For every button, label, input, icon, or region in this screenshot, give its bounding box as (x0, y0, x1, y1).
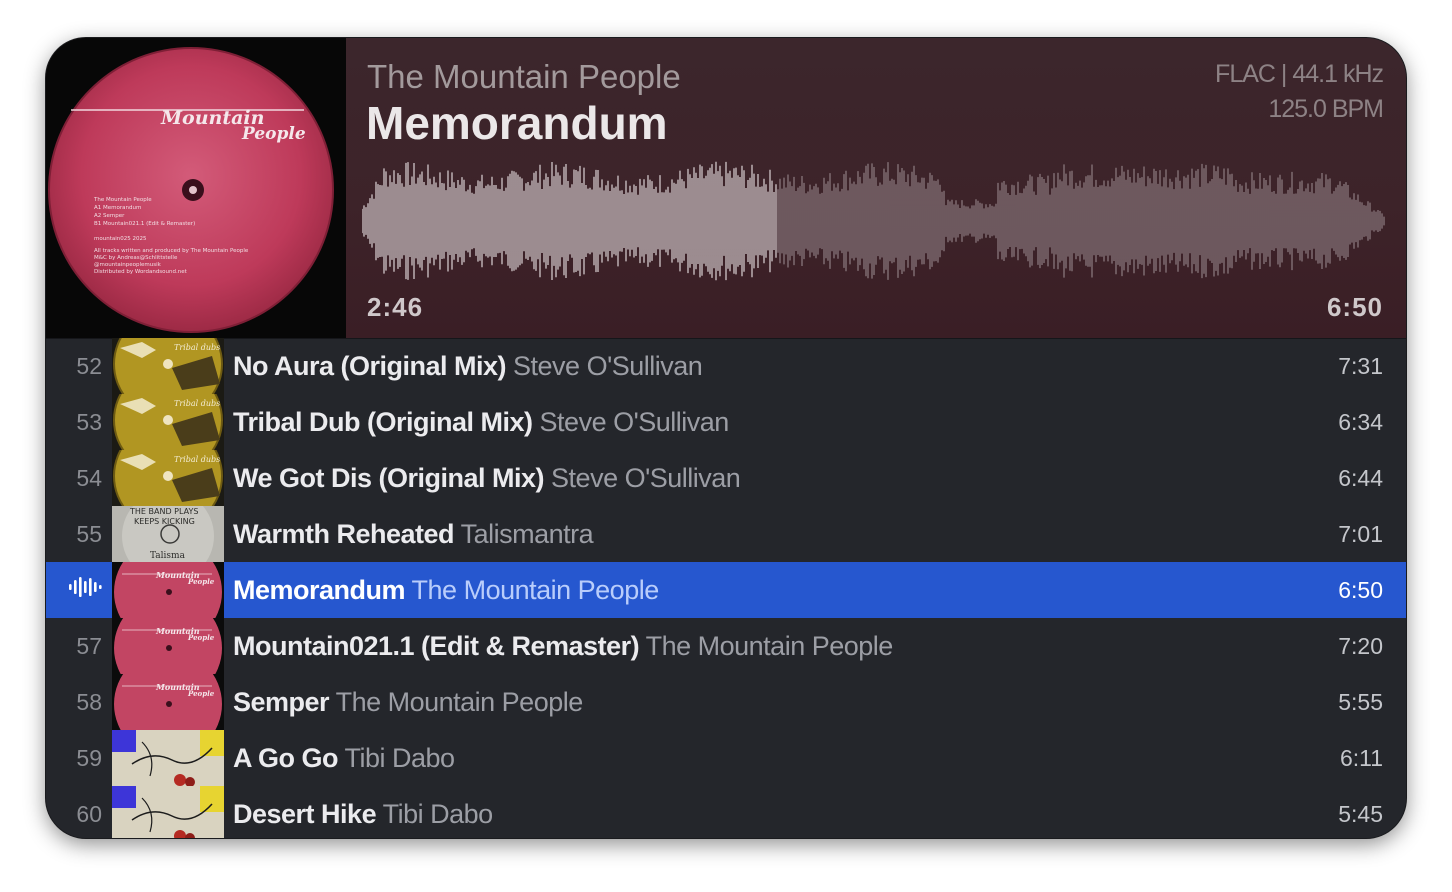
track-artist: Talismantra (460, 518, 594, 549)
track-info: Desert Hike Tibi Dabo (224, 799, 1338, 830)
svg-text:All tracks written and produce: All tracks written and produced by The M… (94, 248, 249, 254)
svg-text:mountain025 2025: mountain025 2025 (94, 236, 147, 242)
playlist-row[interactable]: 57 Mountain People Mountain021.1 (Edit & Re… (46, 618, 1406, 674)
svg-text:Distributed by Wordandsound.ne: Distributed by Wordandsound.net (94, 269, 188, 275)
track-artist: The Mountain People (335, 686, 584, 717)
track-duration: 7:01 (1338, 520, 1383, 547)
playlist-row[interactable]: 52 Tribal dubs No Aura (Original Mix) Stev… (46, 338, 1406, 394)
track-duration: 6:44 (1338, 464, 1383, 491)
track-number: 57 (76, 632, 102, 659)
waveform-played (362, 161, 777, 281)
track-info: Tribal Dub (Original Mix) Steve O'Sulliv… (224, 407, 1338, 438)
playlist-row[interactable]: 59 A Go Go Tibi Dabo 6:11 (46, 730, 1406, 786)
track-info: No Aura (Original Mix) Steve O'Sullivan (224, 351, 1338, 382)
now-playing-bars-icon (46, 576, 112, 604)
track-title: Desert Hike (233, 798, 377, 829)
playlist-row[interactable]: 58 Mountain People Semper The Mountain Peop… (46, 674, 1406, 730)
track-title: Tribal Dub (Original Mix) (233, 406, 533, 437)
track-info: Warmth Reheated Talismantra (224, 519, 1338, 550)
track-title: Semper (233, 686, 330, 717)
svg-text:Tribal dubs: Tribal dubs (174, 343, 220, 352)
waveform-unplayed (777, 162, 1385, 280)
playlist: 52 Tribal dubs No Aura (Original Mix) Stev… (46, 338, 1406, 838)
track-duration: 7:20 (1338, 632, 1383, 659)
track-number: 54 (76, 464, 102, 491)
elapsed-time: 2:46 (367, 292, 424, 322)
now-playing-artist: The Mountain People (367, 58, 681, 95)
waveform-seek-bar[interactable] (362, 156, 1386, 286)
now-playing-panel: Mountain People The Mountain People A1 M… (46, 38, 1406, 339)
track-cover-thumbnail: Mountain People (112, 562, 224, 618)
track-title: A Go Go (233, 742, 339, 773)
svg-text:THE BAND PLAYS: THE BAND PLAYS (129, 507, 198, 516)
track-info: Semper The Mountain People (224, 687, 1338, 718)
svg-text:Tribal dubs: Tribal dubs (174, 455, 220, 464)
track-duration: 6:34 (1338, 408, 1383, 435)
svg-text:KEEPS KICKING: KEEPS KICKING (134, 517, 195, 526)
bpm-readout: 125.0 BPM (1268, 95, 1384, 123)
playlist-row[interactable]: 54 Tribal dubs We Got Dis (Original Mix) S… (46, 450, 1406, 506)
track-number: 55 (76, 520, 102, 547)
track-artist: The Mountain People (645, 630, 894, 661)
svg-text:People: People (187, 577, 215, 586)
track-number: 53 (76, 408, 102, 435)
track-title: No Aura (Original Mix) (233, 350, 507, 381)
track-duration: 5:45 (1338, 800, 1383, 827)
track-cover-thumbnail (112, 786, 224, 838)
track-title: Warmth Reheated (233, 518, 455, 549)
track-artist: Steve O'Sullivan (513, 350, 703, 381)
playlist-row[interactable]: 53 Tribal dubs Tribal Dub (Original Mix) S… (46, 394, 1406, 450)
svg-text:The Mountain People: The Mountain People (93, 197, 152, 203)
player-window: Mountain People The Mountain People A1 M… (46, 38, 1406, 838)
svg-text:A2 Semper: A2 Semper (94, 213, 125, 219)
svg-text:@mountainpeoplemusik: @mountainpeoplemusik (94, 262, 162, 268)
playlist-row[interactable]: 60 Desert Hike Tibi Dabo 5:45 (46, 786, 1406, 838)
total-duration: 6:50 (1326, 292, 1383, 322)
track-cover-thumbnail: Tribal dubs (112, 450, 224, 506)
track-duration: 6:11 (1339, 744, 1383, 771)
track-duration: 6:50 (1338, 576, 1383, 603)
track-number: 58 (76, 688, 102, 715)
playlist-row[interactable]: 55 THE BAND PLAYS KEEPS KICKING Talisma Warm… (46, 506, 1406, 562)
track-cover-thumbnail (112, 730, 224, 786)
playlist-row-playing[interactable]: Mountain People Memorandum The Mountain Pe… (46, 562, 1406, 618)
track-artist: Tibi Dabo (382, 798, 494, 829)
track-number: 52 (76, 352, 102, 379)
track-artist: Steve O'Sullivan (539, 406, 730, 437)
track-cover-thumbnail: Tribal dubs (112, 394, 224, 450)
track-cover-thumbnail: Mountain People (112, 618, 224, 674)
svg-text:Talisma: Talisma (150, 551, 186, 561)
track-info: A Go Go Tibi Dabo (224, 743, 1340, 774)
svg-text:People: People (187, 689, 215, 698)
vinyl-record-icon: Mountain People The Mountain People A1 M… (46, 38, 346, 338)
album-cover: Mountain People The Mountain People A1 M… (46, 38, 346, 338)
svg-text:People: People (241, 124, 306, 144)
track-info: Memorandum The Mountain People (224, 575, 1338, 606)
track-cover-thumbnail: Mountain People (112, 674, 224, 730)
svg-text:B1 Mountain021.1 (Edit & Remas: B1 Mountain021.1 (Edit & Remaster) (94, 221, 195, 227)
track-duration: 5:55 (1338, 688, 1383, 715)
track-title: Memorandum (233, 574, 406, 605)
track-duration: 7:31 (1338, 352, 1383, 379)
track-info: We Got Dis (Original Mix) Steve O'Sulliv… (224, 463, 1338, 494)
track-number: 59 (76, 744, 102, 771)
now-playing-title: Memorandum (366, 97, 668, 149)
track-cover-thumbnail: THE BAND PLAYS KEEPS KICKING Talisma (112, 506, 224, 562)
track-artist: Tibi Dabo (344, 742, 456, 773)
track-artist: The Mountain People (411, 574, 660, 605)
svg-text:Tribal dubs: Tribal dubs (174, 399, 220, 408)
track-cover-thumbnail: Tribal dubs (112, 338, 224, 394)
track-title: Mountain021.1 (Edit & Remaster) (233, 630, 640, 661)
audio-format: FLAC | 44.1 kHz (1215, 60, 1384, 88)
track-title: We Got Dis (Original Mix) (233, 462, 545, 493)
track-artist: Steve O'Sullivan (551, 462, 741, 493)
track-number: 60 (76, 800, 102, 827)
svg-text:People: People (187, 633, 215, 642)
svg-text:M&C by Andreas@Schlittstelle: M&C by Andreas@Schlittstelle (94, 255, 178, 261)
track-info: Mountain021.1 (Edit & Remaster) The Moun… (224, 631, 1338, 662)
svg-text:A1 Memorandum: A1 Memorandum (94, 205, 141, 211)
